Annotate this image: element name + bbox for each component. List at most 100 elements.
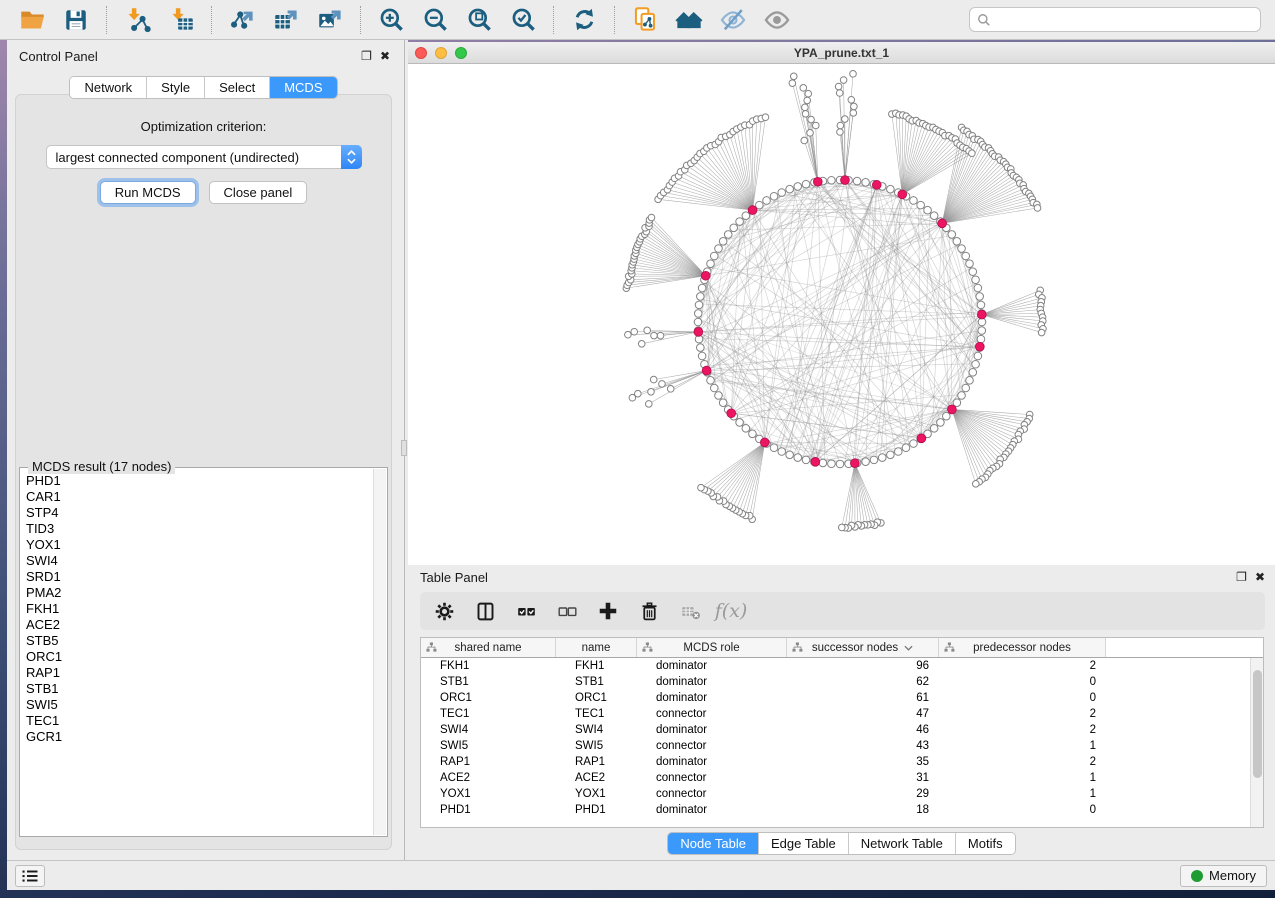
zoom-out-button[interactable] <box>419 4 451 36</box>
save-session-button[interactable] <box>60 4 92 36</box>
table-row-FKH1[interactable]: FKH1FKH1dominator962 <box>421 658 1263 674</box>
ring-node[interactable] <box>836 460 844 468</box>
export-network-button[interactable] <box>226 4 258 36</box>
tab-network[interactable]: Network <box>70 77 146 98</box>
mcds-result-item[interactable]: TEC1 <box>26 713 373 729</box>
ring-node[interactable] <box>924 206 932 214</box>
search-input[interactable] <box>996 10 1260 30</box>
zoom-selected-button[interactable] <box>507 4 539 36</box>
ring-node[interactable] <box>697 293 705 301</box>
float-panel-icon[interactable]: ❐ <box>361 50 372 62</box>
zoom-fit-button[interactable] <box>463 4 495 36</box>
ring-node[interactable] <box>977 301 985 309</box>
table-scrollbar[interactable] <box>1250 658 1263 827</box>
ring-node[interactable] <box>972 360 980 368</box>
leaf-node[interactable] <box>645 401 652 408</box>
table-scrollbar-thumb[interactable] <box>1253 670 1262 778</box>
ring-node[interactable] <box>695 301 703 309</box>
leaf-node[interactable] <box>805 90 812 97</box>
mcds-result-item[interactable]: ORC1 <box>26 649 373 665</box>
deselect-all-button[interactable] <box>555 599 579 623</box>
optimization-criterion-select[interactable]: largest connected component (undirected) <box>46 145 362 169</box>
ring-node[interactable] <box>853 177 861 185</box>
leaf-node[interactable] <box>648 388 655 395</box>
close-panel-icon[interactable]: ✖ <box>1255 571 1265 583</box>
leaf-node[interactable] <box>838 524 845 531</box>
ring-node[interactable] <box>802 456 810 464</box>
tab-motifs[interactable]: Motifs <box>955 833 1015 854</box>
ring-node[interactable] <box>894 448 902 456</box>
tab-select[interactable]: Select <box>204 77 269 98</box>
leaf-node[interactable] <box>657 332 664 339</box>
table-row-RAP1[interactable]: RAP1RAP1dominator352 <box>421 754 1263 770</box>
dominator-node[interactable] <box>727 409 736 418</box>
leaf-node[interactable] <box>842 116 849 123</box>
leaf-node[interactable] <box>840 77 847 84</box>
leaf-node[interactable] <box>851 103 858 110</box>
settings-gear-button[interactable] <box>432 599 456 623</box>
ring-node[interactable] <box>862 458 870 466</box>
leaf-node[interactable] <box>850 71 857 78</box>
ring-node[interactable] <box>698 352 706 360</box>
leaf-node[interactable] <box>638 340 645 347</box>
column-selector-button[interactable] <box>473 599 497 623</box>
leaf-node[interactable] <box>804 97 811 104</box>
mcds-result-item[interactable]: STP4 <box>26 505 373 521</box>
ring-node[interactable] <box>878 454 886 462</box>
leaf-node[interactable] <box>812 122 819 129</box>
ring-node[interactable] <box>937 419 945 427</box>
close-panel-button[interactable]: Close panel <box>209 181 308 204</box>
ring-node[interactable] <box>707 260 715 268</box>
leaf-node[interactable] <box>659 381 666 388</box>
dominator-node[interactable] <box>702 366 711 375</box>
ring-node[interactable] <box>715 392 723 400</box>
leaf-node[interactable] <box>802 104 809 111</box>
dominator-node[interactable] <box>938 219 947 228</box>
column-header-name[interactable]: name <box>556 638 637 657</box>
ring-node[interactable] <box>749 430 757 438</box>
ring-node[interactable] <box>736 419 744 427</box>
ring-node[interactable] <box>694 310 702 318</box>
leaf-node[interactable] <box>802 111 809 118</box>
mcds-result-item[interactable]: PMA2 <box>26 585 373 601</box>
mcds-list-scrollbar[interactable] <box>373 469 386 835</box>
ring-node[interactable] <box>794 183 802 191</box>
ring-node[interactable] <box>715 245 723 253</box>
ring-node[interactable] <box>969 369 977 377</box>
ring-node[interactable] <box>930 212 938 220</box>
table-row-SWI4[interactable]: SWI4SWI4dominator462 <box>421 722 1263 738</box>
ring-node[interactable] <box>974 352 982 360</box>
table-row-PHD1[interactable]: PHD1PHD1dominator180 <box>421 802 1263 818</box>
leaf-node[interactable] <box>848 96 855 103</box>
dominator-node[interactable] <box>841 176 850 185</box>
delete-table-button[interactable] <box>678 599 702 623</box>
close-panel-icon[interactable]: ✖ <box>380 50 390 62</box>
ring-node[interactable] <box>710 252 718 260</box>
ring-node[interactable] <box>966 376 974 384</box>
search-field[interactable] <box>969 7 1261 32</box>
ring-node[interactable] <box>742 212 750 220</box>
ring-node[interactable] <box>694 318 702 326</box>
ring-node[interactable] <box>976 293 984 301</box>
ring-node[interactable] <box>786 451 794 459</box>
run-mcds-button[interactable]: Run MCDS <box>100 181 196 204</box>
ring-node[interactable] <box>707 376 715 384</box>
dominator-node[interactable] <box>977 310 986 319</box>
leaf-node[interactable] <box>651 332 658 339</box>
mcds-result-item[interactable]: CAR1 <box>26 489 373 505</box>
table-row-ORC1[interactable]: ORC1ORC1dominator610 <box>421 690 1263 706</box>
column-header-predecessor-nodes[interactable]: predecessor nodes <box>939 638 1106 657</box>
splitter-grip[interactable] <box>401 440 407 456</box>
ring-node[interactable] <box>953 238 961 246</box>
delete-column-button[interactable] <box>637 599 661 623</box>
copy-network-button[interactable] <box>629 4 661 36</box>
tab-node-table[interactable]: Node Table <box>668 833 758 854</box>
ring-node[interactable] <box>969 268 977 276</box>
ring-node[interactable] <box>887 451 895 459</box>
ring-node[interactable] <box>819 459 827 467</box>
ring-node[interactable] <box>917 201 925 209</box>
panel-splitter[interactable] <box>400 40 408 860</box>
ring-node[interactable] <box>910 440 918 448</box>
dominator-node[interactable] <box>917 434 926 443</box>
table-row-ACE2[interactable]: ACE2ACE2connector311 <box>421 770 1263 786</box>
